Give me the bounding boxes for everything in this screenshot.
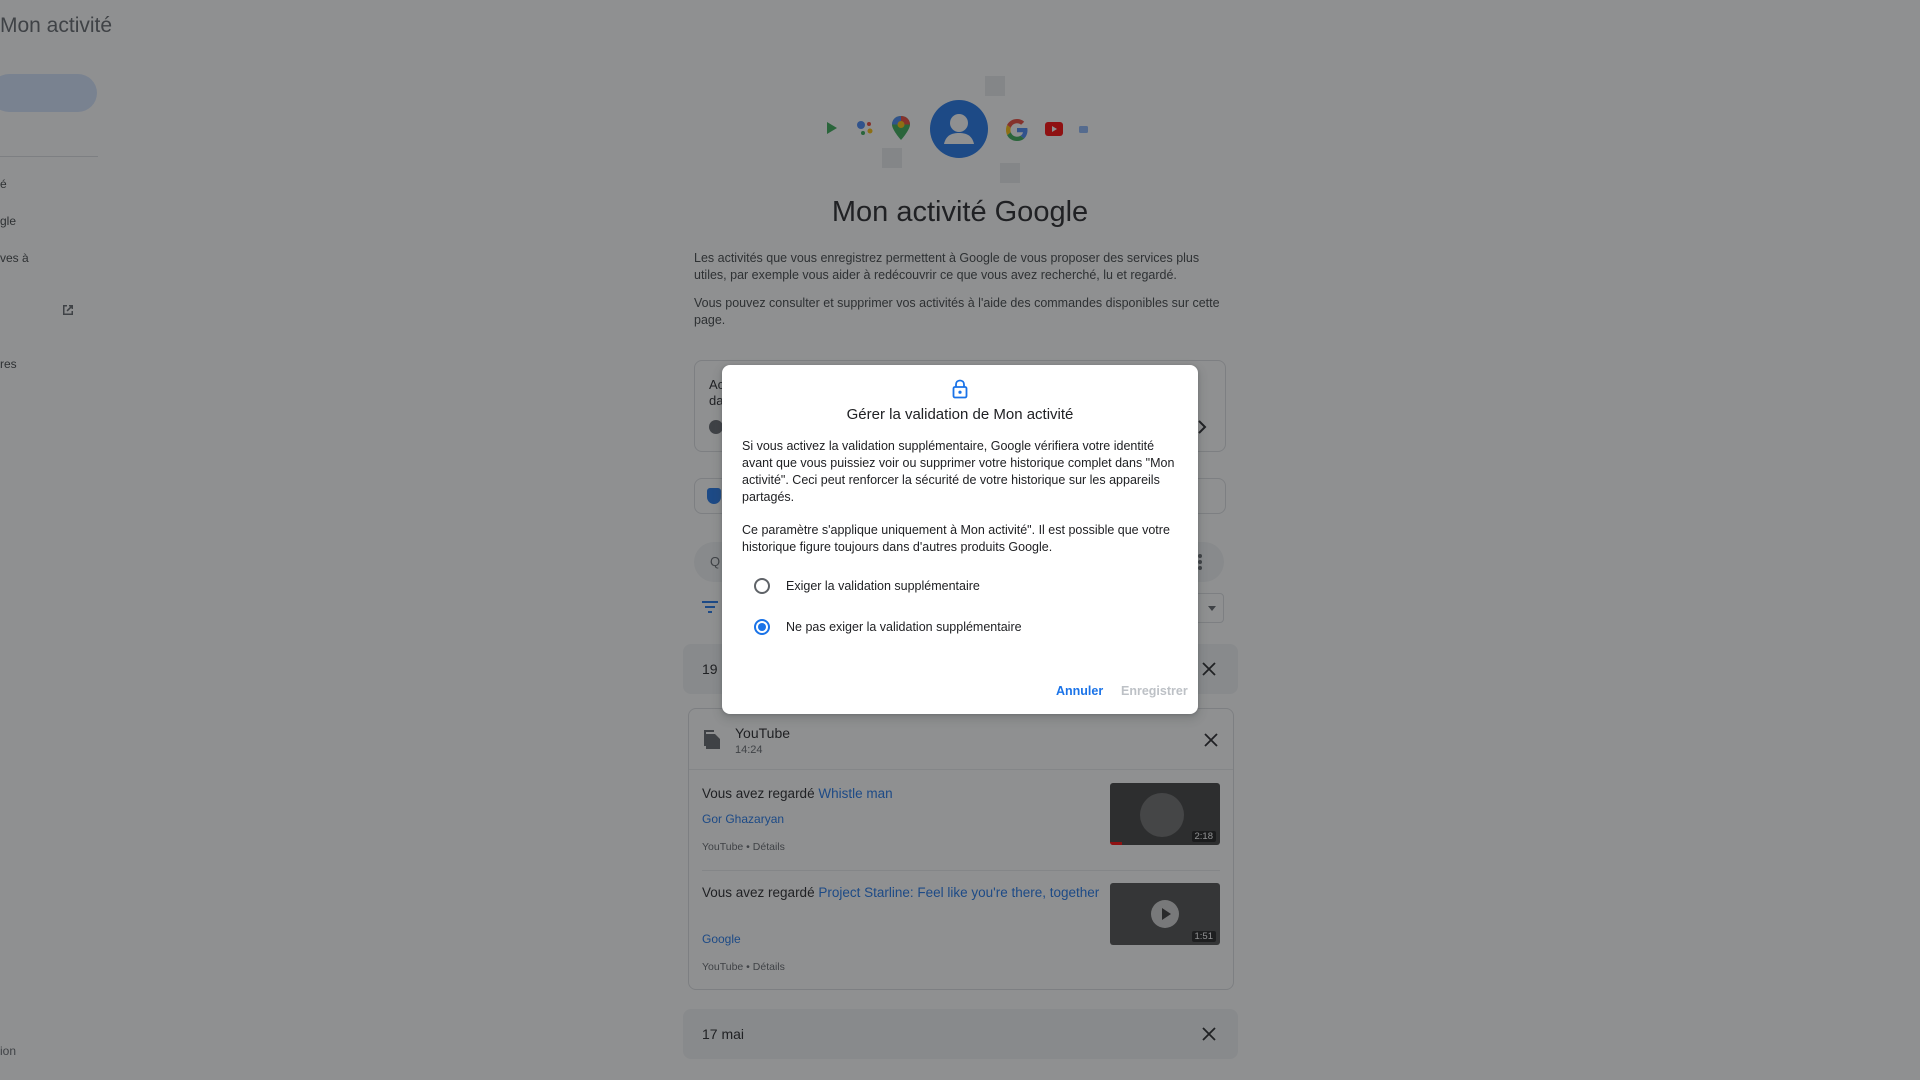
lock-icon <box>952 379 968 399</box>
option-label: Ne pas exiger la validation supplémentai… <box>786 620 1022 634</box>
dialog-title: Gérer la validation de Mon activité <box>846 406 1074 423</box>
option-label: Exiger la validation supplémentaire <box>786 579 980 593</box>
dialog-description: Si vous activez la validation supplément… <box>742 439 1175 504</box>
option-no-verification[interactable]: Ne pas exiger la validation supplémentai… <box>750 615 1050 639</box>
cancel-button[interactable]: Annuler <box>1056 684 1103 698</box>
radio-no-require[interactable] <box>754 619 770 635</box>
dialog-note: Ce paramètre s'applique uniquement à Mon… <box>742 523 1170 554</box>
option-require-verification[interactable]: Exiger la validation supplémentaire <box>750 574 1050 598</box>
verification-dialog: Gérer la validation de Mon activité Si v… <box>722 365 1198 714</box>
radio-require[interactable] <box>754 578 770 594</box>
save-button[interactable]: Enregistrer <box>1121 684 1188 698</box>
